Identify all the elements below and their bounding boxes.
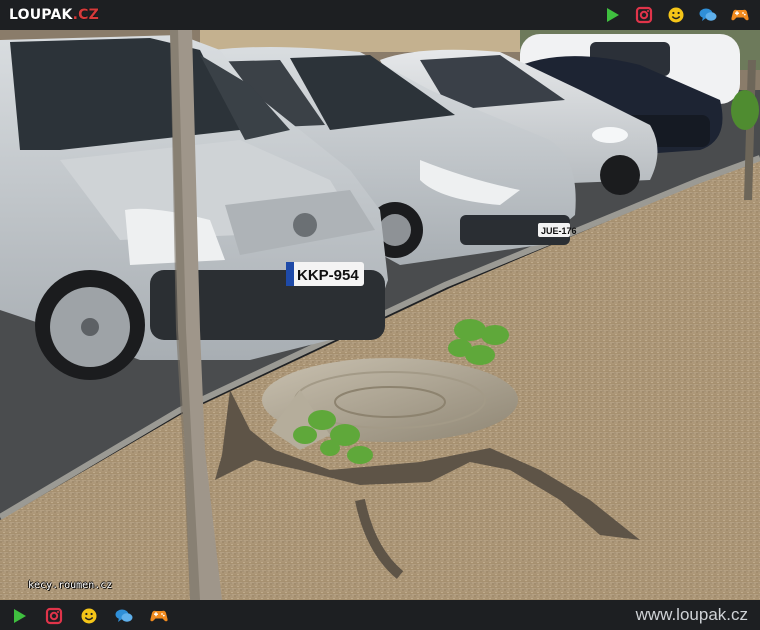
top-bar: LOUPAK.CZ <box>0 0 760 30</box>
top-nav-icons <box>602 5 750 25</box>
chat-icon[interactable] <box>114 606 134 626</box>
site-url-link[interactable]: www.loupak.cz <box>636 604 748 626</box>
gamepad-icon[interactable] <box>149 606 169 626</box>
smiley-icon[interactable] <box>666 5 686 25</box>
chat-icon[interactable] <box>698 5 718 25</box>
gamepad-icon[interactable] <box>730 5 750 25</box>
play-icon[interactable] <box>9 606 29 626</box>
logo-text: LOUPAK <box>9 7 73 23</box>
photo-illustration: JUE-176 KKP-954 <box>0 30 760 600</box>
photo-watermark: kecy.roumen.cz <box>28 580 113 591</box>
main-photo: JUE-176 KKP-954 kecy.roumen.cz <box>0 30 760 600</box>
site-logo[interactable]: LOUPAK.CZ <box>9 6 99 24</box>
play-icon[interactable] <box>602 5 622 25</box>
instagram-icon[interactable] <box>634 5 654 25</box>
instagram-icon[interactable] <box>44 606 64 626</box>
plate-front-text: KKP-954 <box>297 267 359 284</box>
bottom-nav-icons <box>9 606 169 626</box>
plate-second-text: JUE-176 <box>541 226 577 236</box>
smiley-icon[interactable] <box>79 606 99 626</box>
logo-tld: CZ <box>78 7 99 23</box>
